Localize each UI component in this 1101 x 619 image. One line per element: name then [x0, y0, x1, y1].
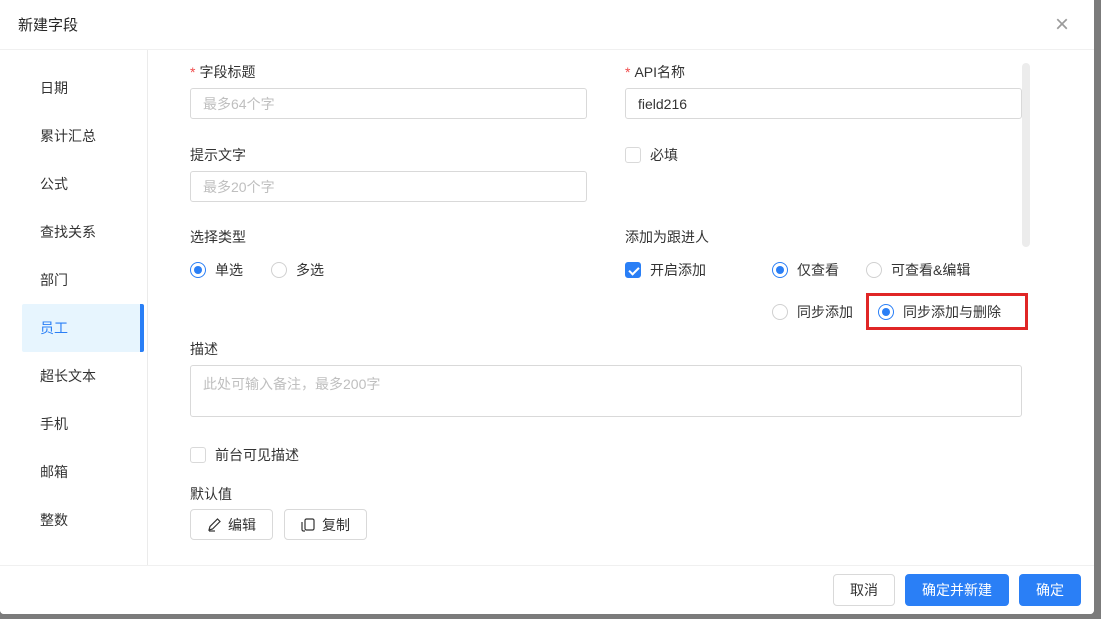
radio-sync-add[interactable]: [772, 304, 788, 320]
field-title-input[interactable]: [190, 88, 587, 119]
sidebar-item-date[interactable]: 日期: [22, 64, 144, 112]
radio-view-only[interactable]: [772, 262, 788, 278]
default-value-label: 默认值: [190, 484, 232, 504]
edit-button-label: 编辑: [228, 515, 256, 535]
close-icon[interactable]: ×: [1055, 13, 1069, 37]
sidebar-item-longtext[interactable]: 超长文本: [22, 352, 144, 400]
dialog-footer: 取消 确定并新建 确定: [0, 565, 1094, 614]
pencil-icon: [207, 518, 221, 532]
hint-text-input[interactable]: [190, 171, 587, 202]
required-checkbox-row: 必填: [625, 145, 678, 165]
sidebar-item-lookup[interactable]: 查找关系: [22, 208, 144, 256]
dialog-body: 日期 累计汇总 公式 查找关系 部门 员工 超长文本 手机 邮箱 整数 *字段标…: [0, 50, 1094, 565]
cancel-button[interactable]: 取消: [833, 574, 895, 606]
new-field-dialog: 新建字段 × 日期 累计汇总 公式 查找关系 部门 员工 超长文本 手机 邮箱 …: [0, 0, 1094, 614]
radio-view-and-edit[interactable]: [866, 262, 882, 278]
radio-single-select-label: 单选: [215, 260, 243, 280]
required-mark: *: [625, 64, 630, 80]
front-visible-checkbox-label: 前台可见描述: [215, 445, 299, 465]
follower-view-options: 仅查看 可查看&编辑: [772, 260, 970, 280]
copy-button-label: 复制: [322, 515, 350, 535]
radio-sync-add-label: 同步添加: [797, 302, 853, 322]
copy-button[interactable]: 复制: [284, 509, 367, 540]
description-textarea[interactable]: [190, 365, 1022, 417]
radio-view-and-edit-label: 可查看&编辑: [891, 260, 970, 280]
vertical-scrollbar-thumb[interactable]: [1022, 63, 1030, 247]
dialog-header: 新建字段 ×: [0, 0, 1094, 50]
sidebar-item-formula[interactable]: 公式: [22, 160, 144, 208]
select-type-options: 单选 多选: [190, 260, 324, 280]
sidebar-item-phone[interactable]: 手机: [22, 400, 144, 448]
api-name-input[interactable]: [625, 88, 1022, 119]
follower-label: 添加为跟进人: [625, 227, 709, 247]
api-name-label: *API名称: [625, 62, 685, 82]
follower-enable-row: 开启添加: [625, 260, 706, 280]
required-mark: *: [190, 64, 195, 80]
enable-add-checkbox[interactable]: [625, 262, 641, 278]
front-visible-checkbox[interactable]: [190, 447, 206, 463]
enable-add-checkbox-label: 开启添加: [650, 260, 706, 280]
sidebar-item-employee[interactable]: 员工: [22, 304, 144, 352]
sidebar-item-integer[interactable]: 整数: [22, 496, 144, 544]
dialog-title: 新建字段: [18, 14, 78, 35]
form-content: *字段标题 *API名称 提示文字 必填 选择类型 单选 多选: [148, 50, 1094, 565]
description-label: 描述: [190, 339, 218, 359]
radio-single-select[interactable]: [190, 262, 206, 278]
radio-multi-select[interactable]: [271, 262, 287, 278]
confirm-and-new-button[interactable]: 确定并新建: [905, 574, 1009, 606]
copy-icon: [301, 518, 315, 532]
field-type-sidebar: 日期 累计汇总 公式 查找关系 部门 员工 超长文本 手机 邮箱 整数: [0, 50, 148, 565]
front-visible-row: 前台可见描述: [190, 445, 299, 465]
red-highlight-box: 同步添加与删除: [866, 293, 1028, 330]
radio-view-only-label: 仅查看: [797, 260, 839, 280]
sidebar-item-email[interactable]: 邮箱: [22, 448, 144, 496]
confirm-button[interactable]: 确定: [1019, 574, 1081, 606]
sidebar-item-department[interactable]: 部门: [22, 256, 144, 304]
radio-sync-add-delete-label: 同步添加与删除: [903, 302, 1001, 322]
select-type-label: 选择类型: [190, 227, 246, 247]
sidebar-item-rollup[interactable]: 累计汇总: [22, 112, 144, 160]
hint-text-label: 提示文字: [190, 145, 246, 165]
radio-multi-select-label: 多选: [296, 260, 324, 280]
radio-sync-add-delete[interactable]: [878, 304, 894, 320]
required-checkbox-label: 必填: [650, 145, 678, 165]
field-title-label: *字段标题: [190, 62, 255, 82]
required-checkbox[interactable]: [625, 147, 641, 163]
edit-button[interactable]: 编辑: [190, 509, 273, 540]
follower-sync-add-row: 同步添加: [772, 302, 853, 322]
